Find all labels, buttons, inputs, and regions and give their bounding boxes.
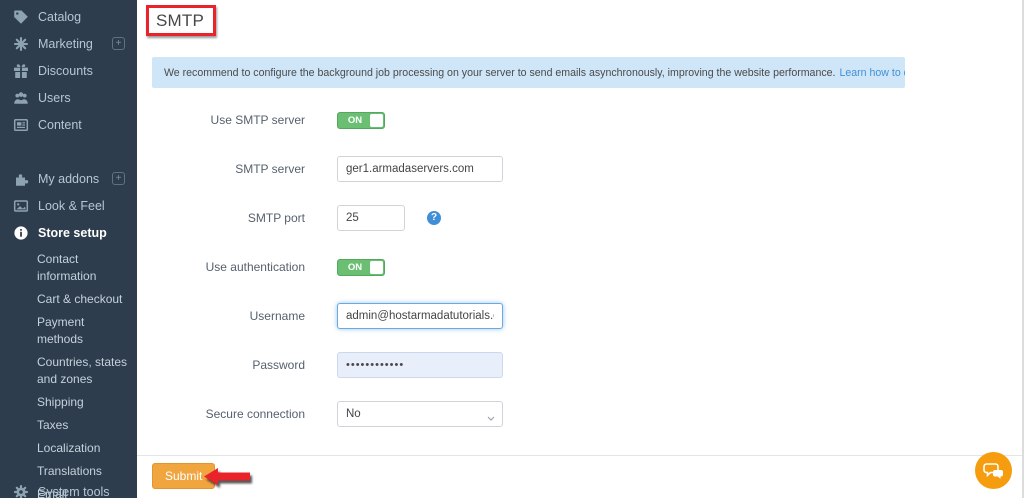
puzzle-icon [13,171,29,187]
sidebar-item-label: Content [38,117,82,132]
tag-icon [13,9,29,25]
use-authentication-toggle[interactable]: ON [337,258,385,276]
info-banner: We recommend to configure the background… [152,57,905,88]
use-authentication-label: Use authentication [205,260,305,274]
sidebar-subitem-shipping[interactable]: Shipping [0,391,137,414]
sidebar-menu: Catalog Marketing + Discounts Users Cont… [0,0,137,498]
main-content: SMTP We recommend to configure the backg… [137,0,1022,498]
sidebar-subitem-cart-checkout[interactable]: Cart & checkout [0,288,137,311]
annotation-red-box: SMTP [146,5,216,36]
banner-text: We recommend to configure the background… [164,66,836,79]
image-icon [13,198,29,214]
subitem-label: Payment methods [37,315,85,346]
footer-divider [137,455,1022,456]
subitem-label: Shipping [37,395,84,409]
sidebar-item-content[interactable]: Content [0,111,137,138]
sidebar-item-catalog[interactable]: Catalog [0,3,137,30]
help-icon[interactable]: ? [427,211,441,225]
secure-connection-select[interactable]: No [337,401,503,427]
sidebar-subitem-countries-states-zones[interactable]: Countries, states and zones [0,351,137,391]
sidebar-section-gap [0,138,137,165]
smtp-port-label: SMTP port [247,211,305,225]
sidebar-subitem-localization[interactable]: Localization [0,437,137,460]
learn-how-link[interactable]: Learn how to do this. [839,67,905,79]
sidebar-item-label: Store setup [38,225,107,240]
toggle-on-label: ON [347,114,363,126]
subitem-label: Countries, states and zones [37,355,128,386]
username-label: Username [249,309,305,323]
subitem-label: Taxes [37,418,69,432]
toggle-knob [370,113,383,127]
subitem-label: Localization [37,441,101,455]
plus-badge-icon[interactable]: + [112,37,125,50]
subitem-label: Cart & checkout [37,292,123,306]
gear-icon [13,484,29,498]
sidebar-subitem-taxes[interactable]: Taxes [0,414,137,437]
sidebar-item-label: My addons [38,171,100,186]
users-icon [13,90,29,106]
annotation-arrow-icon [203,467,253,486]
smtp-server-input[interactable] [337,156,503,182]
sidebar-item-label: Marketing [38,36,93,51]
smtp-port-input[interactable] [337,205,405,231]
sidebar-item-label: Discounts [38,63,93,78]
info-icon [13,225,29,241]
plus-badge-icon[interactable]: + [112,172,125,185]
secure-connection-value: No [346,408,361,420]
sidebar: Catalog Marketing + Discounts Users Cont… [0,0,137,498]
password-label: Password [252,358,305,372]
page-title: SMTP [156,10,205,30]
secure-connection-label: Secure connection [205,407,305,421]
store-setup-submenu: Contact information Cart & checkout Paym… [0,248,137,498]
password-input[interactable] [337,352,503,378]
sidebar-item-label: Look & Feel [38,198,105,213]
sidebar-item-my-addons[interactable]: My addons + [0,165,137,192]
sidebar-item-discounts[interactable]: Discounts [0,57,137,84]
sidebar-item-label: Catalog [38,9,82,24]
sidebar-item-look-and-feel[interactable]: Look & Feel [0,192,137,219]
subitem-label: Contact information [37,252,97,283]
use-smtp-server-toggle[interactable]: ON [337,111,385,129]
sidebar-item-marketing[interactable]: Marketing + [0,30,137,57]
use-smtp-server-label: Use SMTP server [210,113,305,127]
chevron-down-icon [487,412,495,424]
live-chat-button[interactable] [975,452,1012,489]
sidebar-item-label: System tools [38,484,110,498]
starburst-icon [13,36,29,52]
username-input[interactable] [337,303,503,329]
smtp-server-label: SMTP server [235,162,305,176]
gift-icon [13,63,29,79]
chat-bubbles-icon [982,461,1005,481]
sidebar-subitem-payment-methods[interactable]: Payment methods [0,311,137,351]
toggle-on-label: ON [347,261,363,273]
sidebar-subitem-contact-information[interactable]: Contact information [0,248,137,288]
toggle-knob [370,260,383,274]
sidebar-item-system-tools[interactable]: System tools [0,478,137,498]
sidebar-item-store-setup[interactable]: Store setup [0,219,137,246]
sidebar-item-label: Users [38,90,71,105]
newspaper-icon [13,117,29,133]
window-frame: Catalog Marketing + Discounts Users Cont… [0,0,1024,498]
sidebar-item-users[interactable]: Users [0,84,137,111]
